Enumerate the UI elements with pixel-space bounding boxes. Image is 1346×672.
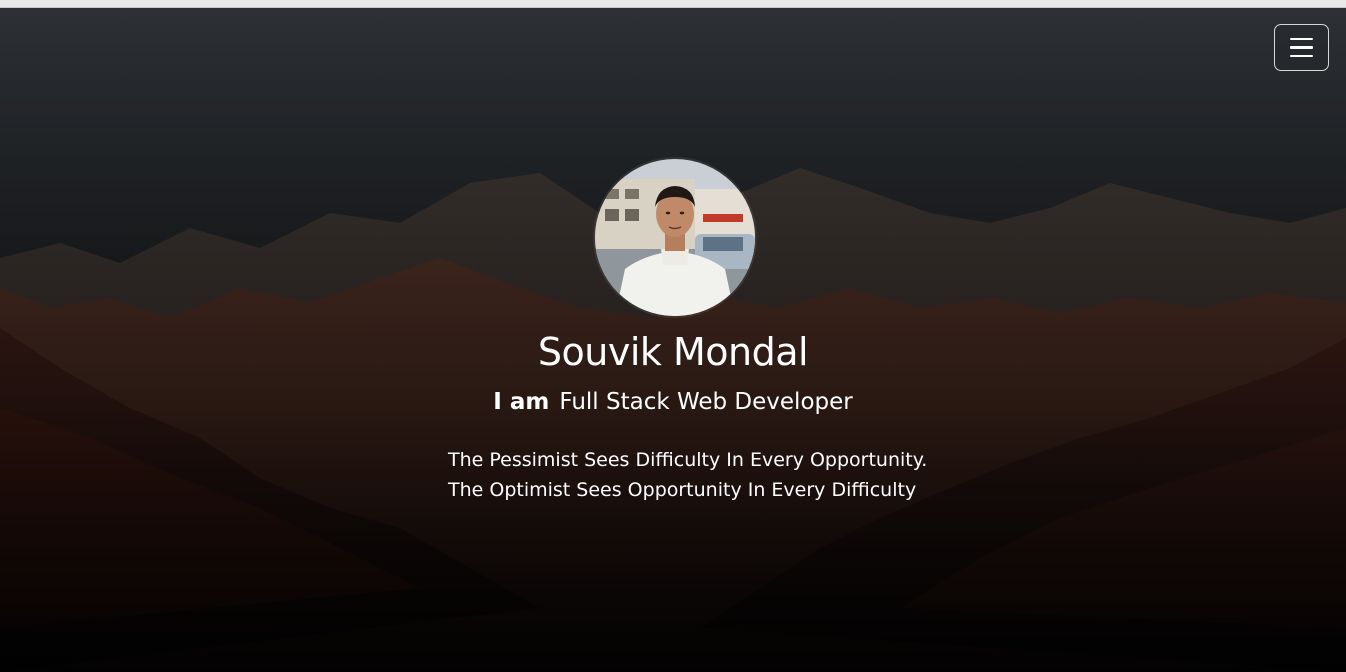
hamburger-menu-icon-bar [1290, 54, 1313, 58]
hamburger-menu-button[interactable] [1274, 24, 1329, 71]
role-text: Full Stack Web Developer [559, 389, 853, 415]
profile-photo [595, 159, 755, 316]
hamburger-menu-icon-bar [1290, 46, 1313, 49]
quote-line-2: The Optimist Sees Opportunity In Every D… [448, 479, 917, 501]
quote: The Pessimist Sees Difficulty In Every O… [448, 445, 948, 505]
hero-section: Souvik Mondal I am Full Stack Web Develop… [0, 8, 1346, 672]
quote-line-1: The Pessimist Sees Difficulty In Every O… [448, 449, 928, 471]
browser-top-strip [0, 0, 1346, 8]
hamburger-menu-icon [1290, 37, 1313, 41]
role-prefix: I am [493, 389, 550, 415]
avatar [595, 159, 755, 316]
role-line: I am Full Stack Web Developer [0, 389, 1346, 415]
profile-name: Souvik Mondal [537, 330, 809, 374]
